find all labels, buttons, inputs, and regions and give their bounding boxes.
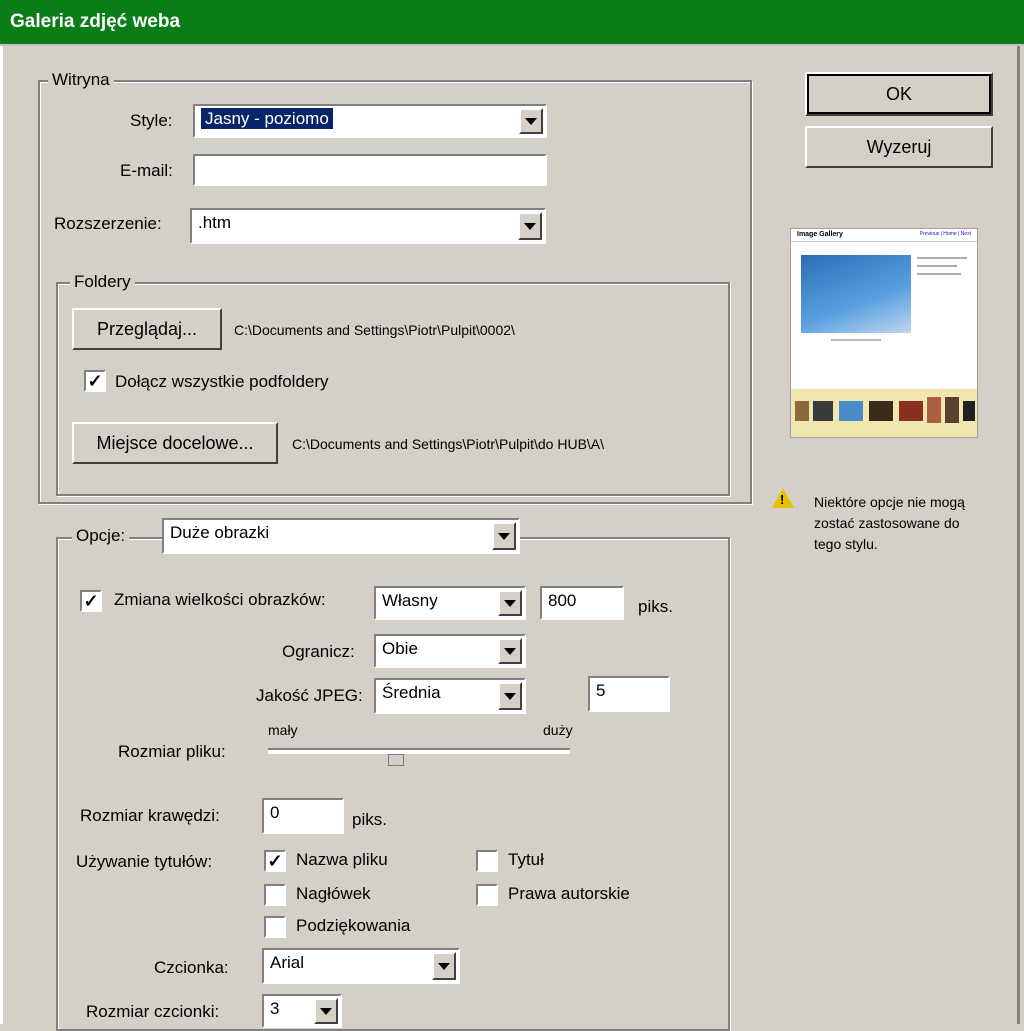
title-heading-checkbox[interactable] bbox=[264, 884, 286, 906]
preview-main-photo bbox=[801, 255, 911, 333]
constrain-label: Ogranicz: bbox=[282, 642, 355, 661]
preview-nav: Previous | Home | Next bbox=[919, 231, 971, 237]
extension-label: Rozszerzenie: bbox=[54, 214, 162, 233]
chevron-down-icon[interactable] bbox=[519, 108, 543, 134]
style-select[interactable]: Jasny - poziomo bbox=[193, 104, 547, 138]
title-credits-checkbox[interactable] bbox=[264, 916, 286, 938]
ok-button[interactable]: OK bbox=[805, 72, 993, 116]
filesize-label: Rozmiar pliku: bbox=[118, 742, 226, 761]
include-subfolders-label[interactable]: Dołącz wszystkie podfoldery bbox=[115, 372, 329, 392]
window-title: Galeria zdjęć weba bbox=[10, 11, 181, 32]
title-heading-label[interactable]: Nagłówek bbox=[296, 884, 371, 904]
preview-caption bbox=[831, 339, 881, 341]
preview-thumbnail bbox=[963, 401, 975, 421]
preview-heading: Image Gallery bbox=[797, 231, 843, 238]
resize-checkbox[interactable]: ✓ bbox=[80, 590, 102, 612]
font-select[interactable]: Arial bbox=[262, 948, 460, 984]
resize-mode-value: Własny bbox=[382, 591, 438, 610]
email-field[interactable] bbox=[193, 154, 547, 186]
filesize-slider-track[interactable] bbox=[268, 748, 570, 754]
border-size-label: Rozmiar krawędzi: bbox=[80, 806, 220, 825]
resize-size-field[interactable]: 800 bbox=[540, 586, 624, 620]
site-group-legend: Witryna bbox=[48, 70, 114, 90]
resize-unit: piks. bbox=[638, 597, 673, 616]
style-value: Jasny - poziomo bbox=[201, 108, 333, 129]
extension-select[interactable]: .htm bbox=[190, 208, 546, 244]
email-label: E-mail: bbox=[120, 161, 173, 180]
font-value: Arial bbox=[270, 953, 305, 972]
options-legend: Opcje: bbox=[72, 526, 130, 546]
title-copyright-label[interactable]: Prawa autorskie bbox=[508, 884, 630, 904]
border-size-field[interactable]: 0 bbox=[262, 798, 344, 834]
title-title-label[interactable]: Tytuł bbox=[508, 850, 544, 870]
title-credits-label[interactable]: Podziękowania bbox=[296, 916, 410, 936]
chevron-down-icon[interactable] bbox=[498, 590, 522, 616]
resize-label[interactable]: Zmiana wielkości obrazków: bbox=[114, 590, 326, 610]
title-title-checkbox[interactable] bbox=[476, 850, 498, 872]
chevron-down-icon[interactable] bbox=[518, 212, 542, 240]
font-label: Czcionka: bbox=[154, 958, 229, 977]
filesize-slider-thumb[interactable] bbox=[387, 754, 404, 766]
jpeg-quality-label: Jakość JPEG: bbox=[256, 686, 363, 705]
source-path: C:\Documents and Settings\Piotr\Pulpit\0… bbox=[234, 322, 515, 338]
titles-label: Używanie tytułów: bbox=[76, 852, 213, 871]
title-filename-checkbox[interactable]: ✓ bbox=[264, 850, 286, 872]
warning-icon bbox=[772, 488, 794, 508]
preview-text-line bbox=[917, 257, 967, 259]
jpeg-quality-number-field[interactable]: 5 bbox=[588, 676, 670, 712]
preview-thumbnail bbox=[869, 401, 893, 421]
slider-max-label: duży bbox=[543, 722, 573, 738]
jpeg-quality-select[interactable]: Średnia bbox=[374, 678, 526, 714]
destination-path: C:\Documents and Settings\Piotr\Pulpit\d… bbox=[292, 436, 605, 452]
chevron-down-icon[interactable] bbox=[432, 952, 456, 980]
style-preview-image: Image Gallery Previous | Home | Next bbox=[790, 228, 978, 438]
chevron-down-icon[interactable] bbox=[498, 682, 522, 710]
resize-mode-select[interactable]: Własny bbox=[374, 586, 526, 620]
preview-text-line bbox=[917, 265, 957, 267]
preview-thumbnail bbox=[927, 397, 941, 423]
preview-thumbnail bbox=[795, 401, 809, 421]
options-select[interactable]: Duże obrazki bbox=[162, 518, 520, 554]
include-subfolders-checkbox[interactable]: ✓ bbox=[84, 370, 106, 392]
constrain-value: Obie bbox=[382, 639, 418, 658]
jpeg-quality-value: Średnia bbox=[382, 683, 441, 702]
preview-divider bbox=[791, 241, 977, 242]
font-size-select[interactable]: 3 bbox=[262, 994, 342, 1028]
chevron-down-icon[interactable] bbox=[314, 998, 338, 1024]
title-bar: Galeria zdjęć weba bbox=[0, 0, 1024, 46]
slider-min-label: mały bbox=[268, 722, 298, 738]
constrain-select[interactable]: Obie bbox=[374, 634, 526, 668]
chevron-down-icon[interactable] bbox=[498, 638, 522, 664]
chevron-down-icon[interactable] bbox=[492, 522, 516, 550]
browse-button[interactable]: Przeglądaj... bbox=[72, 308, 222, 350]
preview-thumbnail bbox=[839, 401, 863, 421]
style-label: Style: bbox=[130, 111, 173, 130]
preview-thumbnail bbox=[899, 401, 923, 421]
title-filename-label[interactable]: Nazwa pliku bbox=[296, 850, 388, 870]
destination-button[interactable]: Miejsce docelowe... bbox=[72, 422, 278, 464]
title-copyright-checkbox[interactable] bbox=[476, 884, 498, 906]
extension-value: .htm bbox=[198, 213, 232, 232]
preview-thumbnail bbox=[945, 397, 959, 423]
folders-group-legend: Foldery bbox=[70, 272, 135, 292]
border-unit: piks. bbox=[352, 810, 387, 829]
reset-button[interactable]: Wyzeruj bbox=[805, 126, 993, 168]
options-value: Duże obrazki bbox=[170, 523, 270, 542]
preview-text-line bbox=[917, 273, 961, 275]
warning-text: Niektóre opcje nie mogą zostać zastosowa… bbox=[814, 494, 965, 552]
preview-thumbnail bbox=[813, 401, 833, 421]
preview-thumbnail-strip bbox=[791, 389, 977, 437]
font-size-label: Rozmiar czcionki: bbox=[86, 1002, 220, 1021]
font-size-value: 3 bbox=[270, 999, 280, 1018]
